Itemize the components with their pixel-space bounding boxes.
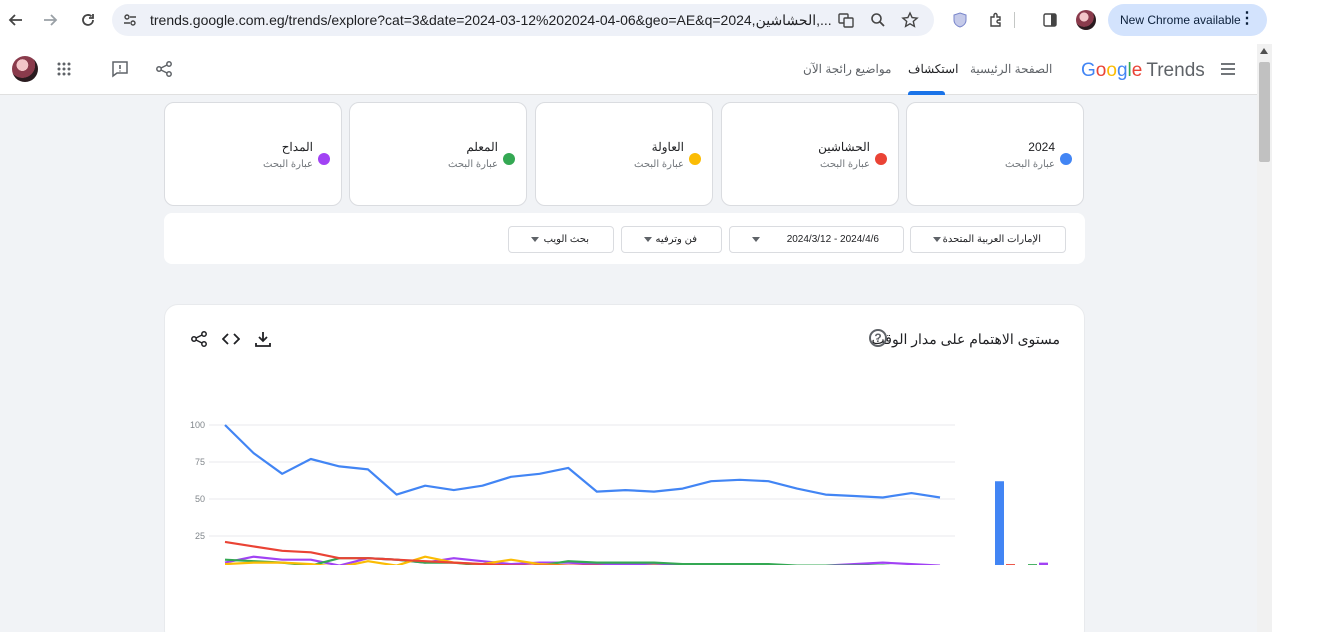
interest-over-time-card: مستوى الاهتمام على مدار الوقت ? 100 75 50 2… xyxy=(164,304,1085,632)
term-type: عبارة البحث xyxy=(263,159,313,170)
dropdown-caret-icon xyxy=(933,237,941,242)
new-chrome-button[interactable]: New Chrome available ⋮ xyxy=(1108,4,1267,36)
extensions-puzzle-icon[interactable] xyxy=(984,8,1008,32)
term-type: عبارة البحث xyxy=(448,159,498,170)
logo-google-text: Google xyxy=(1081,60,1143,81)
menu-icon[interactable] xyxy=(1216,57,1240,81)
reload-icon[interactable] xyxy=(76,8,100,32)
tab-trending-now[interactable]: مواضيع رائجة الآن xyxy=(803,62,891,76)
url-text: trends.google.com.eg/trends/explore?cat=… xyxy=(150,12,832,28)
browser-toolbar: trends.google.com.eg/trends/explore?cat=… xyxy=(0,0,1328,40)
category-filter[interactable]: فن وترفيه xyxy=(621,226,722,253)
average-bar xyxy=(1006,564,1015,565)
category-filter-label: فن وترفيه xyxy=(655,234,697,245)
back-icon[interactable] xyxy=(4,8,28,32)
logo-trends-text: Trends xyxy=(1146,60,1205,81)
more-vert-icon[interactable]: ⋮ xyxy=(1239,11,1255,27)
series-line xyxy=(224,424,941,499)
profile-avatar[interactable] xyxy=(1076,10,1096,30)
date-range-label: 2024/3/12 - 2024/4/6 xyxy=(786,234,879,245)
interest-line-chart: 10075502512 مارس21 مارس30 مارسالمتوسط xyxy=(190,420,1048,565)
term-label: 2024 xyxy=(1028,140,1055,154)
scroll-up-arrow-icon[interactable] xyxy=(1260,48,1268,54)
term-label: المعلم xyxy=(466,140,498,154)
dropdown-caret-icon xyxy=(531,237,539,242)
site-settings-icon[interactable] xyxy=(118,8,142,32)
dropdown-caret-icon xyxy=(644,237,652,242)
y-tick-label: 50 xyxy=(195,494,205,504)
forward-icon[interactable] xyxy=(38,8,62,32)
search-type-label: بحث الويب xyxy=(543,234,589,245)
zoom-icon[interactable] xyxy=(866,8,890,32)
shield-extension-icon[interactable] xyxy=(948,8,972,32)
page-scrollbar[interactable] xyxy=(1257,44,1272,632)
term-type: عبارة البحث xyxy=(820,159,870,170)
series-color-dot xyxy=(689,153,701,165)
term-label: العاولة xyxy=(651,140,684,154)
apps-grid-icon[interactable] xyxy=(52,57,76,81)
date-range-filter[interactable]: 2024/3/12 - 2024/4/6 xyxy=(729,226,904,253)
average-bar xyxy=(1028,564,1037,565)
y-tick-label: 75 xyxy=(195,457,205,467)
term-card-moallem[interactable]: المعلم عبارة البحث xyxy=(349,102,527,206)
tab-explore[interactable]: استكشاف xyxy=(908,62,958,76)
translate-icon[interactable] xyxy=(834,8,858,32)
side-panel-icon[interactable] xyxy=(1038,8,1062,32)
term-label: الحشاشين xyxy=(818,140,870,154)
region-filter[interactable]: الإمارات العربية المتحدة xyxy=(910,226,1066,253)
new-chrome-label: New Chrome available xyxy=(1120,13,1241,27)
dropdown-caret-icon xyxy=(752,237,760,242)
address-bar[interactable]: trends.google.com.eg/trends/explore?cat=… xyxy=(112,4,934,36)
filter-bar: الإمارات العربية المتحدة 2024/3/12 - 202… xyxy=(164,213,1085,264)
term-card-maddah[interactable]: المداح عبارة البحث xyxy=(164,102,342,206)
y-tick-label: 25 xyxy=(195,531,205,541)
y-tick-label: 100 xyxy=(190,420,205,430)
series-color-dot xyxy=(503,153,515,165)
term-type: عبارة البحث xyxy=(634,159,684,170)
term-label: المداح xyxy=(281,140,313,154)
term-card-awla[interactable]: العاولة عبارة البحث xyxy=(535,102,713,206)
trends-page: مواضيع رائجة الآن استكشاف الصفحة الرئيسي… xyxy=(0,44,1257,632)
term-card-2024[interactable]: 2024 عبارة البحث xyxy=(906,102,1084,206)
region-filter-label: الإمارات العربية المتحدة xyxy=(942,234,1041,245)
account-avatar[interactable] xyxy=(12,56,38,82)
series-color-dot xyxy=(318,153,330,165)
series-color-dot xyxy=(1060,153,1072,165)
scrollbar-thumb[interactable] xyxy=(1259,62,1270,162)
term-card-hashashin[interactable]: الحشاشين عبارة البحث xyxy=(721,102,899,206)
toolbar-divider xyxy=(1012,8,1016,32)
series-color-dot xyxy=(875,153,887,165)
google-trends-logo[interactable]: Google Trends xyxy=(1081,60,1205,82)
trends-header: مواضيع رائجة الآن استكشاف الصفحة الرئيسي… xyxy=(0,44,1257,95)
term-type: عبارة البحث xyxy=(1005,159,1055,170)
tab-home[interactable]: الصفحة الرئيسية xyxy=(970,62,1052,76)
feedback-icon[interactable] xyxy=(108,57,132,81)
average-bar xyxy=(1039,562,1048,565)
share-icon[interactable] xyxy=(152,57,176,81)
search-type-filter[interactable]: بحث الويب xyxy=(508,226,614,253)
bookmark-star-icon[interactable] xyxy=(898,8,922,32)
average-bar xyxy=(995,481,1004,565)
